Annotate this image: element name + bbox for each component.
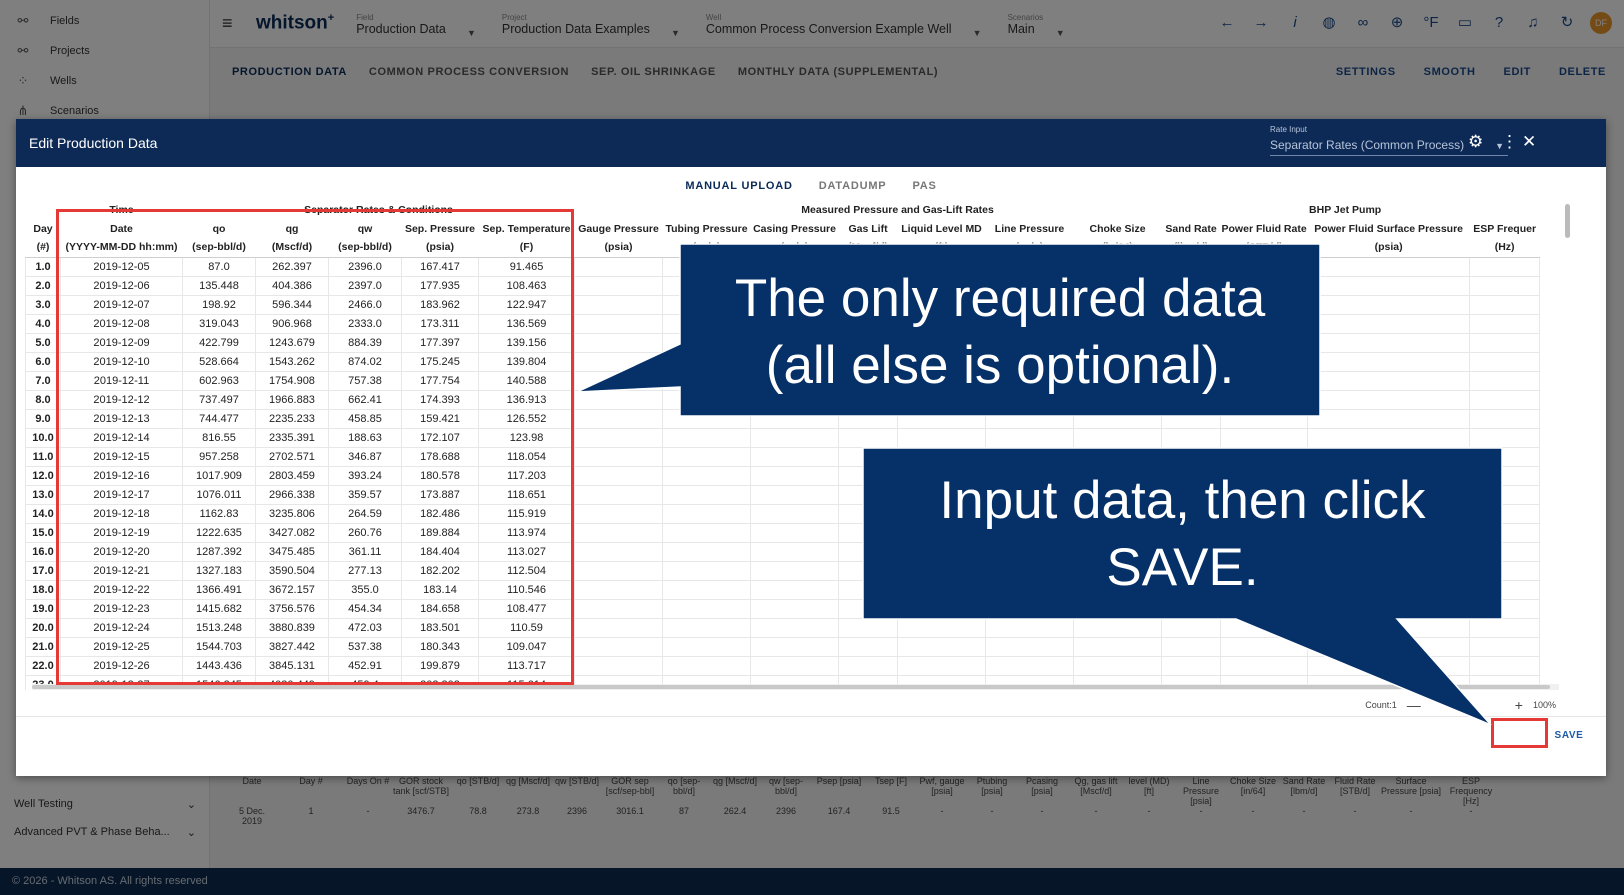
callout-required-text: The only required data (all else is opti… bbox=[734, 269, 1266, 395]
callout-save-text: Input data, then click SAVE. bbox=[939, 471, 1426, 597]
callout-shapes bbox=[576, 243, 1503, 726]
